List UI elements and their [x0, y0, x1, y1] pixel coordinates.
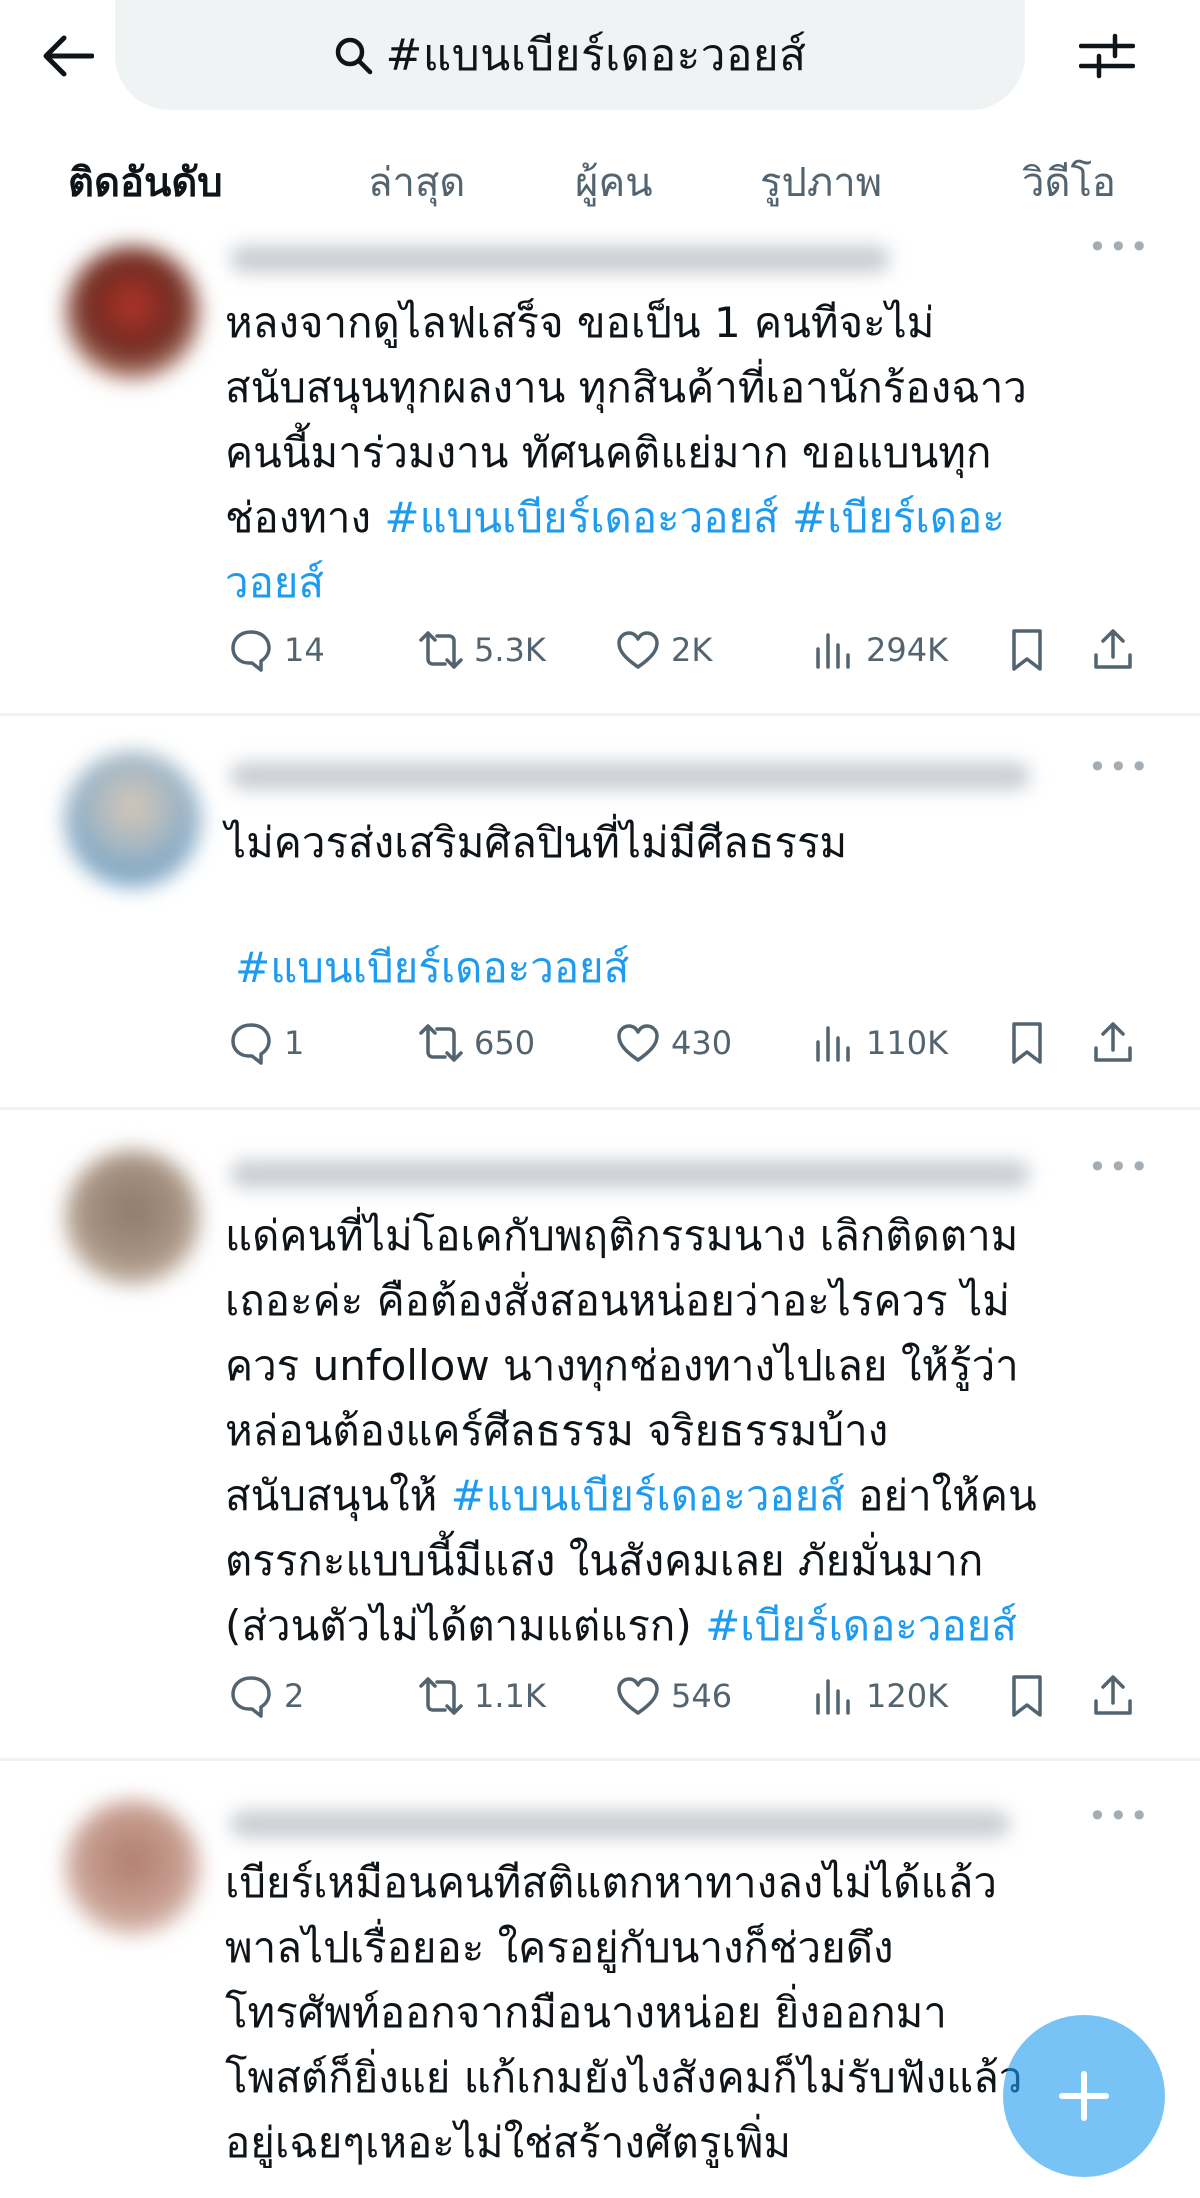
reply-icon	[231, 1676, 271, 1718]
plus-icon	[1059, 2071, 1109, 2121]
divider	[0, 1758, 1200, 1761]
like-count: 546	[671, 1677, 733, 1715]
reply-count: 1	[284, 1024, 305, 1062]
more-options-icon[interactable]: •••	[1088, 1797, 1151, 1835]
divider	[0, 713, 1200, 716]
like-count: 430	[671, 1024, 733, 1062]
bookmark-icon[interactable]	[1004, 627, 1050, 673]
avatar[interactable]	[65, 245, 200, 380]
repost-icon	[419, 1024, 463, 1062]
avatar[interactable]	[65, 752, 200, 887]
author-name-blurred	[230, 1810, 1010, 1838]
top-bar: #แบนเบียร์เดอะวอยส์	[0, 0, 1200, 115]
reply-button[interactable]: 1	[228, 1020, 304, 1066]
divider	[0, 1107, 1200, 1110]
author-name-blurred	[230, 245, 890, 273]
hashtag-link[interactable]: #แบนเบียร์เดอะวอยส์	[235, 935, 629, 1001]
post-text: แด่คนที่ไม่โอเคกับพฤติกรรมนาง เลิกติดตาม…	[225, 1211, 1037, 1650]
tab-photos[interactable]: รูปภาพ	[760, 150, 882, 214]
reply-button[interactable]: 2	[228, 1673, 304, 1719]
bookmark-icon[interactable]	[1004, 1673, 1050, 1719]
repost-button[interactable]: 650	[418, 1020, 535, 1066]
hashtag-link[interactable]: #เบียร์เดอะวอยส์	[705, 1601, 1017, 1650]
tab-latest[interactable]: ล่าสุด	[368, 150, 465, 214]
reply-count: 2	[284, 1677, 305, 1715]
repost-count: 5.3K	[474, 631, 546, 669]
hashtag-link[interactable]: #เบียร์เดอะ	[779, 493, 1005, 542]
post-actions: 14 5.3K 2K 294K	[0, 627, 1200, 687]
reply-button[interactable]: 14	[228, 627, 325, 673]
back-button[interactable]	[38, 30, 98, 82]
like-button[interactable]: 2K	[615, 627, 712, 673]
share-icon[interactable]	[1090, 1673, 1136, 1719]
post-text: เบียร์เหมือนคนทีสติแตกหาทางลงไม่ได้แล้ว …	[225, 1858, 1023, 2167]
more-options-icon[interactable]: •••	[1088, 228, 1151, 266]
view-count: 110K	[866, 1024, 949, 1062]
view-count: 294K	[866, 631, 949, 669]
repost-button[interactable]: 1.1K	[418, 1673, 546, 1719]
like-count: 2K	[671, 631, 713, 669]
filter-button[interactable]	[1078, 28, 1136, 84]
views-icon	[816, 1679, 850, 1715]
hashtag-link[interactable]: #แบนเบียร์เดอะวอยส์	[384, 493, 778, 542]
avatar[interactable]	[65, 1150, 200, 1285]
author-name-blurred	[230, 1160, 1030, 1188]
repost-icon	[419, 1677, 463, 1715]
search-tabs: ติดอันดับ ล่าสุด ผู้คน รูปภาพ วิดีโอ	[0, 150, 1200, 220]
post-actions: 1 650 430 110K	[0, 1020, 1200, 1080]
tab-videos[interactable]: วิดีโอ	[1022, 150, 1116, 214]
views-button[interactable]: 120K	[810, 1673, 948, 1719]
view-count: 120K	[866, 1677, 949, 1715]
views-icon	[816, 633, 850, 669]
views-button[interactable]: 110K	[810, 1020, 948, 1066]
reply-icon	[231, 1023, 271, 1065]
views-button[interactable]: 294K	[810, 627, 948, 673]
compose-button[interactable]	[1003, 2015, 1165, 2177]
arrow-left-icon	[43, 35, 94, 77]
heart-icon	[617, 1024, 659, 1062]
hashtag-link[interactable]: #แบนเบียร์เดอะวอยส์	[451, 1471, 845, 1520]
more-options-icon[interactable]: •••	[1088, 1148, 1151, 1186]
bookmark-icon[interactable]	[1004, 1020, 1050, 1066]
reply-icon	[231, 630, 271, 672]
search-box[interactable]: #แบนเบียร์เดอะวอยส์	[115, 0, 1025, 110]
repost-button[interactable]: 5.3K	[418, 627, 546, 673]
repost-count: 650	[474, 1024, 536, 1062]
post-text: ไม่ควรส่งเสริมศิลปินที่ไม่มีศีลธรรม	[225, 818, 848, 867]
post-text: หลงจากดูไลฟเสร็จ ขอเป็น 1 คนทีจะไม่ สนับ…	[225, 298, 1027, 607]
search-query[interactable]: #แบนเบียร์เดอะวอยส์	[385, 20, 806, 90]
search-icon	[336, 37, 373, 75]
tab-top[interactable]: ติดอันดับ	[68, 150, 223, 214]
repost-count: 1.1K	[474, 1677, 546, 1715]
more-options-icon[interactable]: •••	[1088, 748, 1151, 786]
hashtag-link[interactable]: วอยส์	[225, 558, 324, 607]
post-actions: 2 1.1K 546 120K	[0, 1673, 1200, 1733]
heart-icon	[617, 1677, 659, 1715]
filter-sliders-icon	[1079, 33, 1135, 79]
author-name-blurred	[230, 762, 1030, 790]
share-icon[interactable]	[1090, 1020, 1136, 1066]
share-icon[interactable]	[1090, 627, 1136, 673]
like-button[interactable]: 430	[615, 1020, 732, 1066]
avatar[interactable]	[65, 1800, 200, 1935]
heart-icon	[617, 631, 659, 669]
tab-people[interactable]: ผู้คน	[575, 150, 653, 214]
views-icon	[816, 1026, 850, 1062]
like-button[interactable]: 546	[615, 1673, 732, 1719]
reply-count: 14	[284, 631, 325, 669]
repost-icon	[419, 631, 463, 669]
